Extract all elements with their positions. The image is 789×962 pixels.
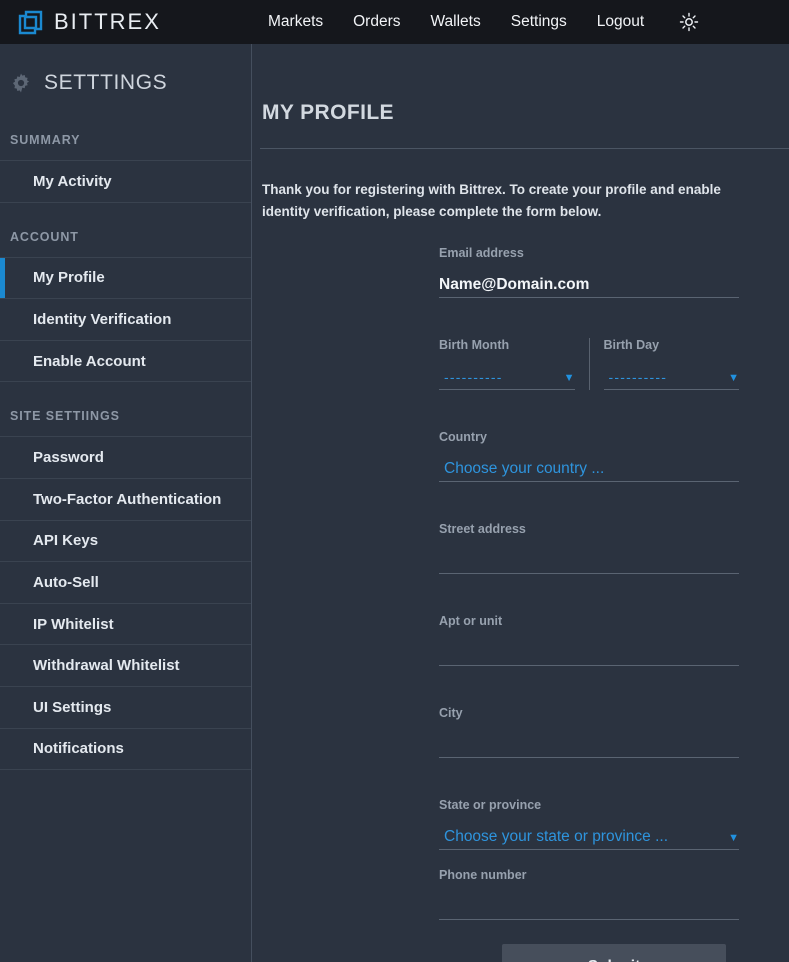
sidebar-item-auto-sell[interactable]: Auto-Sell <box>0 562 251 604</box>
sidebar-item-label: UI Settings <box>33 699 111 716</box>
state-or-province-label: State or province <box>439 798 739 820</box>
sidebar-group-site-settings-label: SITE SETTIINGS <box>0 382 251 436</box>
sidebar-item-ip-whitelist[interactable]: IP Whitelist <box>0 604 251 646</box>
apt-or-unit-input[interactable] <box>439 636 739 666</box>
gear-icon <box>10 72 32 94</box>
chevron-down-icon: ▼ <box>728 373 739 389</box>
bittrex-logo-icon <box>17 9 44 36</box>
sidebar-item-notifications[interactable]: Notifications <box>0 729 251 771</box>
sidebar-item-label: My Profile <box>33 269 105 286</box>
city-input[interactable] <box>439 728 739 758</box>
field-country: Country Choose your country ... <box>439 430 739 482</box>
main-content: MY PROFILE Thank you for registering wit… <box>252 44 789 962</box>
sidebar-group-account-items: My Profile Identity Verification Enable … <box>0 257 251 383</box>
country-label: Country <box>439 430 739 452</box>
nav-item-orders[interactable]: Orders <box>353 13 400 31</box>
sidebar-item-password[interactable]: Password <box>0 437 251 479</box>
nav-item-wallets[interactable]: Wallets <box>431 13 481 31</box>
sun-brightness-icon[interactable] <box>678 11 700 33</box>
sidebar-item-ui-settings[interactable]: UI Settings <box>0 687 251 729</box>
sidebar-item-label: Auto-Sell <box>33 574 99 591</box>
sidebar-group-summary-label: SUMMARY <box>0 106 251 160</box>
intro-text: Thank you for registering with Bittrex. … <box>252 149 752 224</box>
sidebar-item-my-activity[interactable]: My Activity <box>0 161 251 203</box>
sidebar-group-account-label: ACCOUNT <box>0 203 251 257</box>
sidebar-item-my-profile[interactable]: My Profile <box>0 258 251 300</box>
profile-form: Email address Name@Domain.com Birth Mont… <box>439 246 739 962</box>
brand-name: BITTREX <box>54 9 161 35</box>
field-city: City <box>439 706 739 758</box>
sidebar-group-summary-items: My Activity <box>0 160 251 203</box>
nav-item-markets[interactable]: Markets <box>268 13 323 31</box>
sidebar-item-label: Enable Account <box>33 353 146 370</box>
birth-day-select[interactable]: ---------- ▼ <box>604 360 740 390</box>
main-nav: Markets Orders Wallets Settings Logout <box>268 13 644 31</box>
sidebar-item-label: Two-Factor Authentication <box>33 491 221 508</box>
phone-number-label: Phone number <box>439 868 739 890</box>
chevron-down-icon: ▼ <box>728 833 739 849</box>
field-birth-day: Birth Day ---------- ▼ <box>590 338 740 390</box>
field-apt-or-unit: Apt or unit <box>439 614 739 666</box>
sidebar-group-site-settings-items: Password Two-Factor Authentication API K… <box>0 436 251 770</box>
state-or-province-placeholder: Choose your state or province ... <box>439 828 668 849</box>
field-birth-month: Birth Month ---------- ▼ <box>439 338 590 390</box>
sidebar-item-label: Identity Verification <box>33 311 171 328</box>
field-street-address: Street address <box>439 522 739 574</box>
submit-button[interactable]: Submit <box>502 944 726 962</box>
spacer <box>439 574 739 614</box>
submit-row: Submit <box>439 920 739 962</box>
phone-number-input[interactable] <box>439 890 739 920</box>
city-label: City <box>439 706 739 728</box>
top-navigation-bar: BITTREX Markets Orders Wallets Settings … <box>0 0 789 44</box>
spacer <box>439 390 739 430</box>
nav-item-settings[interactable]: Settings <box>511 13 567 31</box>
sidebar-title: SETTTINGS <box>44 71 167 95</box>
sidebar-item-identity-verification[interactable]: Identity Verification <box>0 299 251 341</box>
sidebar-item-label: Password <box>33 449 104 466</box>
sidebar-item-withdrawal-whitelist[interactable]: Withdrawal Whitelist <box>0 645 251 687</box>
nav-item-logout[interactable]: Logout <box>597 13 644 31</box>
sidebar-item-label: Notifications <box>33 740 124 757</box>
sidebar-header: SETTTINGS <box>0 44 251 106</box>
field-email-address: Email address Name@Domain.com <box>439 246 739 298</box>
field-phone-number: Phone number <box>439 868 739 920</box>
sidebar-item-enable-account[interactable]: Enable Account <box>0 341 251 383</box>
sidebar-item-two-factor-authentication[interactable]: Two-Factor Authentication <box>0 479 251 521</box>
spacer <box>439 298 739 338</box>
brand-logo[interactable]: BITTREX <box>0 9 252 36</box>
sidebar-item-label: IP Whitelist <box>33 616 114 633</box>
sidebar-item-label: API Keys <box>33 532 98 549</box>
field-state-or-province: State or province Choose your state or p… <box>439 798 739 850</box>
birthdate-row: Birth Month ---------- ▼ Birth Day -----… <box>439 338 739 390</box>
state-or-province-select[interactable]: Choose your state or province ... ▼ <box>439 820 739 850</box>
email-input[interactable]: Name@Domain.com <box>439 268 739 298</box>
birth-month-select[interactable]: ---------- ▼ <box>439 360 575 390</box>
birth-month-label: Birth Month <box>439 338 575 360</box>
spacer <box>439 666 739 706</box>
apt-or-unit-label: Apt or unit <box>439 614 739 636</box>
country-placeholder: Choose your country ... <box>439 460 604 481</box>
spacer <box>439 758 739 798</box>
chevron-down-icon: ▼ <box>564 373 575 389</box>
spacer <box>439 482 739 522</box>
street-address-label: Street address <box>439 522 739 544</box>
spacer <box>439 850 739 868</box>
email-value: Name@Domain.com <box>439 276 589 297</box>
birth-month-value: ---------- <box>439 369 503 389</box>
sidebar-item-label: Withdrawal Whitelist <box>33 657 180 674</box>
sidebar-item-api-keys[interactable]: API Keys <box>0 521 251 563</box>
street-address-input[interactable] <box>439 544 739 574</box>
settings-sidebar: SETTTINGS SUMMARY My Activity ACCOUNT My… <box>0 44 252 962</box>
sidebar-item-label: My Activity <box>33 173 112 190</box>
country-select[interactable]: Choose your country ... <box>439 452 739 482</box>
email-label: Email address <box>439 246 739 268</box>
birth-day-label: Birth Day <box>604 338 740 360</box>
page-title: MY PROFILE <box>252 44 789 125</box>
birth-day-value: ---------- <box>604 369 668 389</box>
